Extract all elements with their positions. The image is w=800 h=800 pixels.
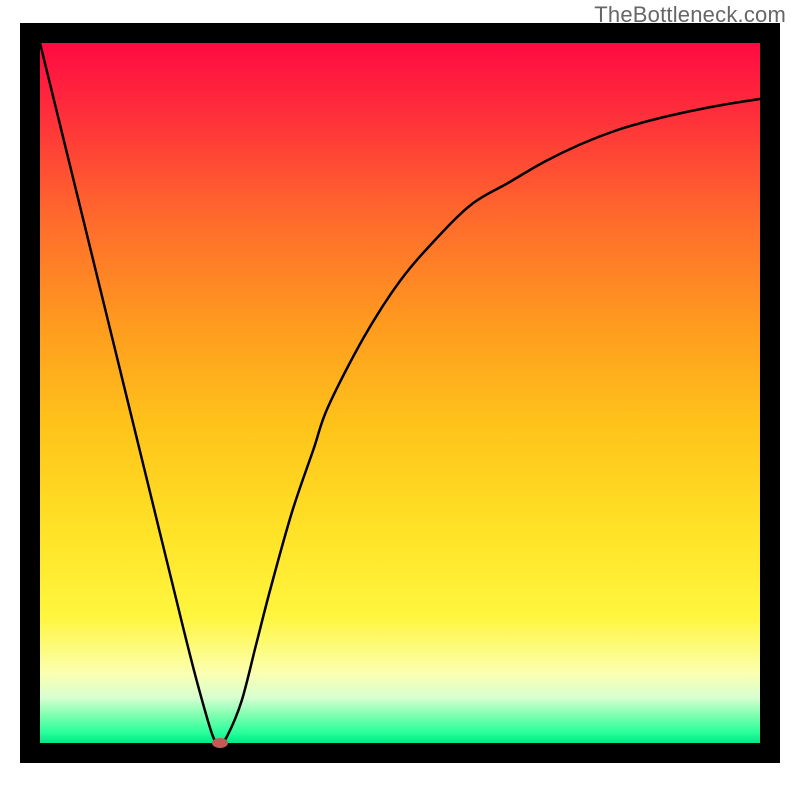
chart-container: [20, 23, 780, 763]
bottleneck-chart: [20, 23, 780, 763]
chart-plot-area: [40, 43, 760, 743]
optimum-marker: [212, 738, 228, 748]
